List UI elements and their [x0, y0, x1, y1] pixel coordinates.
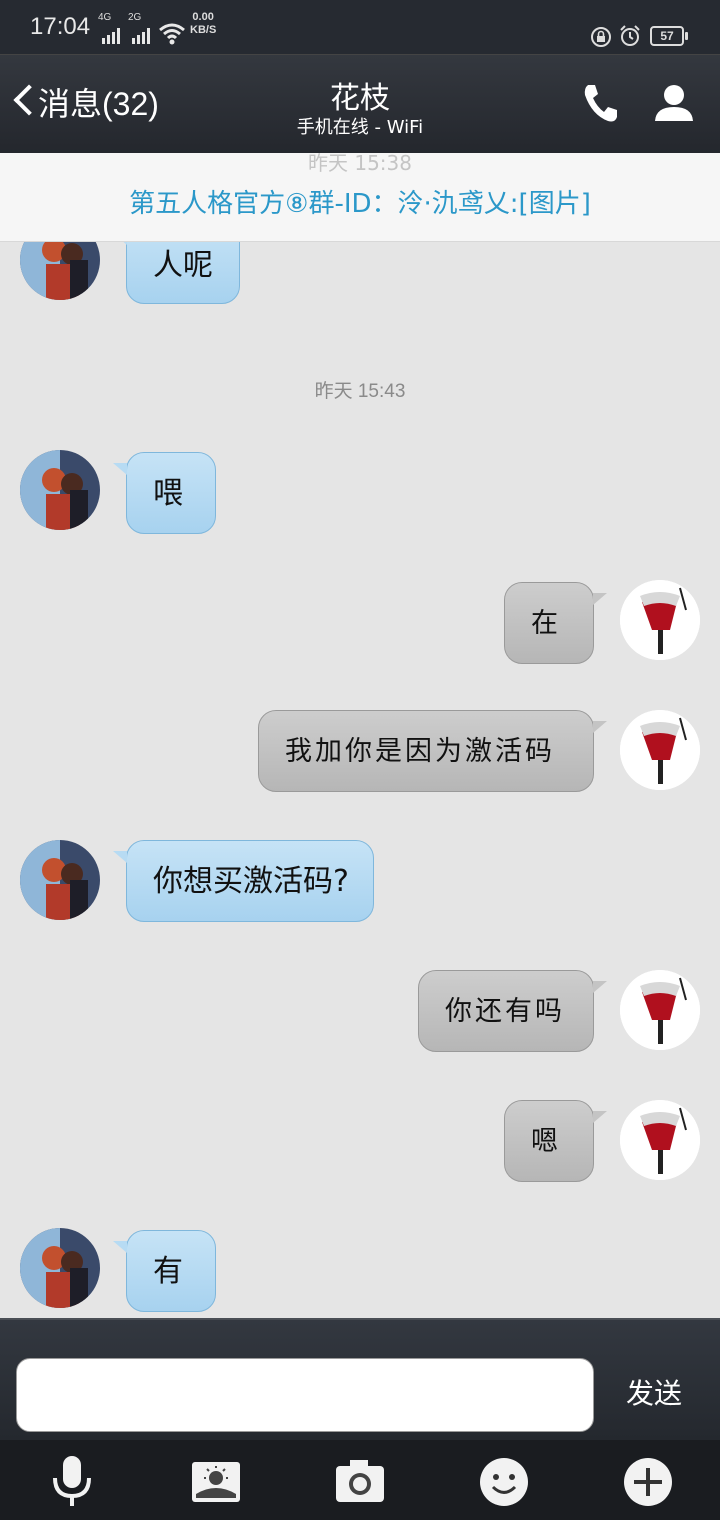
message-bubble-incoming[interactable]: 喂	[113, 452, 216, 534]
notice-text: 第五人格官方⑧群-ID：泠·氿鸢乂:[图片]	[129, 189, 591, 219]
message-text: 你还有吗	[445, 996, 565, 1027]
my-avatar[interactable]	[620, 970, 700, 1050]
wifi-icon	[159, 23, 185, 45]
emoji-icon[interactable]	[474, 1452, 534, 1512]
send-button[interactable]: 发送	[614, 1372, 694, 1412]
message-bubble-outgoing[interactable]: 你还有吗	[418, 970, 607, 1052]
message-timestamp: 昨天 15:43	[314, 381, 406, 402]
notice-ghost-timestamp: 昨天 15:38	[308, 153, 412, 175]
contact-avatar[interactable]	[20, 840, 100, 920]
camera-icon[interactable]	[330, 1452, 390, 1512]
message-bubble-outgoing[interactable]: 我加你是因为激活码	[258, 710, 607, 792]
message-text: 喂	[153, 476, 183, 511]
contact-avatar[interactable]	[20, 242, 100, 300]
compose-bar: 发送	[0, 1318, 720, 1440]
plus-icon[interactable]	[618, 1452, 678, 1512]
speed-value: 0.00	[192, 11, 214, 23]
alarm-icon	[620, 25, 640, 46]
network-2g-label: 2G	[128, 12, 142, 23]
my-avatar[interactable]	[620, 580, 700, 660]
message-bubble-outgoing[interactable]: 嗯	[504, 1100, 607, 1182]
message-bubble-outgoing[interactable]: 在	[504, 582, 607, 664]
my-avatar[interactable]	[620, 1100, 700, 1180]
group-notice-banner[interactable]: 昨天 15:38 第五人格官方⑧群-ID：泠·氿鸢乂:[图片]	[0, 153, 720, 242]
chat-header: 消息(32) 花枝 手机在线 - WiFi	[0, 54, 720, 153]
image-icon[interactable]	[186, 1452, 246, 1512]
message-text: 嗯	[531, 1126, 561, 1157]
status-bar: 17:04 4G 2G 0.00 KB/S 57	[0, 0, 720, 54]
contact-avatar[interactable]	[20, 450, 100, 530]
phone-call-icon[interactable]	[580, 81, 620, 125]
profile-icon[interactable]	[652, 81, 696, 125]
message-text: 我加你是因为激活码	[285, 736, 555, 767]
message-bubble-incoming[interactable]: 人呢	[113, 242, 240, 304]
message-text: 人呢	[153, 248, 213, 283]
my-avatar[interactable]	[620, 710, 700, 790]
message-input[interactable]	[16, 1358, 594, 1432]
battery-indicator: 57	[650, 26, 688, 46]
network-speed: 0.00 KB/S	[190, 11, 216, 37]
message-bubble-incoming[interactable]: 有	[113, 1230, 216, 1312]
microphone-icon[interactable]	[42, 1452, 102, 1512]
status-time: 17:04	[30, 13, 91, 40]
speed-unit: KB/S	[190, 24, 217, 36]
message-text: 在	[531, 608, 561, 639]
lock-rotation-icon	[591, 27, 611, 47]
message-list[interactable]: 人呢 昨天 15:43 喂 在 我加你是因为激活码 你想买激活码? 你还有吗 嗯…	[0, 242, 720, 1318]
message-text: 有	[153, 1254, 183, 1289]
input-toolbar	[0, 1440, 720, 1520]
network-4g-label: 4G	[98, 12, 112, 23]
contact-avatar[interactable]	[20, 1228, 100, 1308]
message-text: 你想买激活码?	[153, 864, 349, 899]
message-bubble-incoming[interactable]: 你想买激活码?	[113, 840, 374, 922]
